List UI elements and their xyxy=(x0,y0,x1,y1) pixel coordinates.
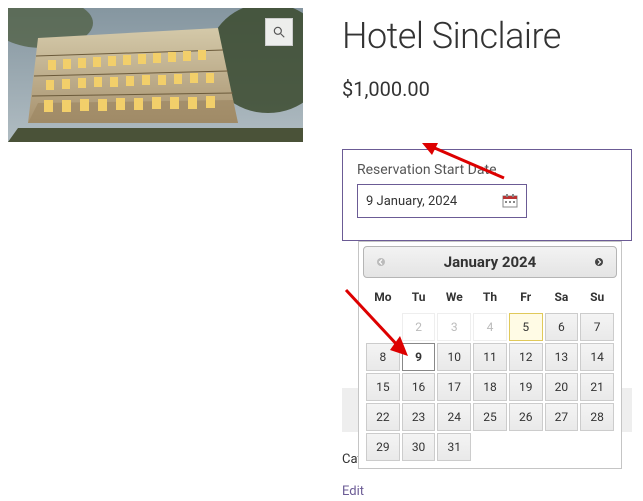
reservation-date-label: Reservation Start Date xyxy=(357,162,617,178)
calendar-day[interactable]: 10 xyxy=(437,343,471,371)
calendar-day[interactable]: 14 xyxy=(580,343,614,371)
calendar-day[interactable]: 20 xyxy=(545,373,579,401)
calendar-dow: Sa xyxy=(544,284,580,312)
reservation-date-input[interactable]: 9 January, 2024 xyxy=(357,184,527,218)
calendar-day xyxy=(509,433,543,461)
edit-link[interactable]: Edit xyxy=(342,484,364,499)
calendar-day: 2 xyxy=(402,313,436,341)
calendar-day[interactable]: 5 xyxy=(509,313,543,341)
calendar-day[interactable]: 15 xyxy=(366,373,400,401)
calendar-day[interactable]: 7 xyxy=(580,313,614,341)
calendar-day[interactable]: 26 xyxy=(509,403,543,431)
calendar-dow: We xyxy=(436,284,472,312)
calendar-day xyxy=(366,313,400,341)
calendar-dow: Tu xyxy=(401,284,437,312)
reservation-field-group: Reservation Start Date 9 January, 2024 xyxy=(342,149,632,241)
calendar-day[interactable]: 23 xyxy=(402,403,436,431)
chevron-left-icon xyxy=(376,257,386,267)
calendar-dow: Su xyxy=(579,284,615,312)
calendar-day[interactable]: 11 xyxy=(473,343,507,371)
calendar-day: 3 xyxy=(437,313,471,341)
calendar-day[interactable]: 19 xyxy=(509,373,543,401)
reservation-date-value: 9 January, 2024 xyxy=(366,194,457,209)
product-price: $1,000.00 xyxy=(342,77,632,101)
product-image[interactable] xyxy=(8,8,303,142)
chevron-right-icon xyxy=(594,257,604,267)
calendar-prev-button[interactable] xyxy=(372,253,390,271)
calendar-day[interactable]: 9 xyxy=(402,343,436,371)
calendar-day[interactable]: 24 xyxy=(437,403,471,431)
calendar-day: 4 xyxy=(473,313,507,341)
calendar-day[interactable]: 30 xyxy=(402,433,436,461)
calendar-day[interactable]: 21 xyxy=(580,373,614,401)
calendar-next-button[interactable] xyxy=(590,253,608,271)
calendar-day[interactable]: 16 xyxy=(402,373,436,401)
calendar-day[interactable]: 6 xyxy=(545,313,579,341)
calendar-dow: Mo xyxy=(365,284,401,312)
calendar-day[interactable]: 18 xyxy=(473,373,507,401)
calendar-day[interactable]: 27 xyxy=(545,403,579,431)
calendar-day[interactable]: 12 xyxy=(509,343,543,371)
calendar-day[interactable]: 22 xyxy=(366,403,400,431)
calendar-day[interactable]: 25 xyxy=(473,403,507,431)
magnify-icon xyxy=(272,25,286,39)
calendar-day xyxy=(580,433,614,461)
calendar-day[interactable]: 8 xyxy=(366,343,400,371)
calendar-icon xyxy=(502,194,518,208)
calendar-day[interactable]: 13 xyxy=(545,343,579,371)
calendar-day[interactable]: 17 xyxy=(437,373,471,401)
calendar-day xyxy=(473,433,507,461)
calendar-month-year: January 2024 xyxy=(444,253,537,271)
datepicker-calendar: January 2024 MoTuWeThFrSaSu2345678910111… xyxy=(358,241,622,469)
calendar-day[interactable]: 31 xyxy=(437,433,471,461)
calendar-day xyxy=(545,433,579,461)
calendar-dow: Th xyxy=(472,284,508,312)
zoom-icon-button[interactable] xyxy=(265,18,293,46)
calendar-day[interactable]: 29 xyxy=(366,433,400,461)
calendar-dow: Fr xyxy=(508,284,544,312)
product-title: Hotel Sinclaire xyxy=(342,15,632,57)
calendar-header: January 2024 xyxy=(363,246,617,278)
calendar-day[interactable]: 28 xyxy=(580,403,614,431)
